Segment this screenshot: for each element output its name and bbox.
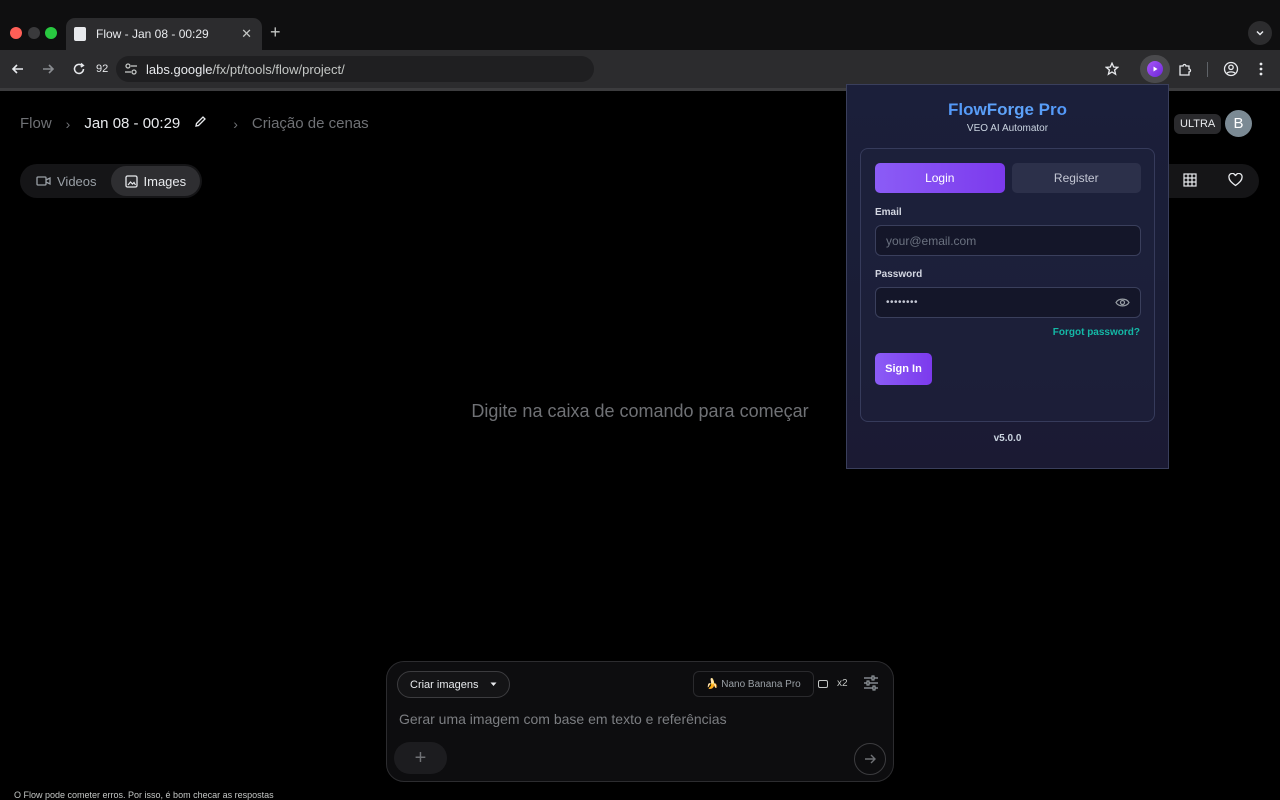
popup-subtitle: VEO AI Automator xyxy=(966,123,1049,134)
maximize-window-button[interactable] xyxy=(45,27,57,39)
account-circle-icon xyxy=(1223,61,1239,77)
bookmark-button[interactable] xyxy=(1101,58,1123,80)
back-button[interactable] xyxy=(7,58,29,80)
site-settings-icon[interactable] xyxy=(124,62,138,76)
url-text: labs.google/fx/pt/tools/flow/project/ xyxy=(146,62,345,77)
caret-down-icon xyxy=(490,682,497,686)
tab-register[interactable]: Register xyxy=(1011,163,1141,193)
flowforge-popup: FlowForge Pro VEO AI Automator Login Reg… xyxy=(846,84,1169,469)
tab-title: Flow - Jan 08 - 00:29 xyxy=(96,27,209,41)
password-field[interactable]: •••••••• xyxy=(875,287,1141,318)
arrow-left-icon xyxy=(11,64,23,74)
tab-login[interactable]: Login xyxy=(875,163,1005,193)
browser-tab[interactable]: Flow - Jan 08 - 00:29 ✕ xyxy=(66,18,262,50)
toolbar-separator xyxy=(1207,62,1208,77)
send-button[interactable] xyxy=(854,743,886,775)
url-path: /fx/pt/tools/flow/project/ xyxy=(212,61,345,77)
avatar[interactable]: B xyxy=(1225,110,1252,137)
plan-badge: ULTRA xyxy=(1174,114,1222,134)
tune-settings-icon[interactable] xyxy=(863,675,879,691)
image-icon xyxy=(124,174,138,188)
new-tab-button[interactable]: + xyxy=(270,22,281,43)
tab-videos[interactable]: Videos xyxy=(22,166,111,196)
tab-search-button[interactable] xyxy=(1248,21,1272,45)
tab-videos-label: Videos xyxy=(57,173,97,189)
star-icon xyxy=(1105,62,1119,76)
add-reference-button[interactable]: + xyxy=(394,742,447,774)
reload-icon xyxy=(73,62,85,75)
address-bar[interactable]: labs.google/fx/pt/tools/flow/project/ xyxy=(116,56,594,82)
chevron-down-icon xyxy=(1256,30,1264,36)
profile-button[interactable] xyxy=(1220,58,1242,80)
video-camera-icon xyxy=(36,176,51,186)
edit-title-button[interactable] xyxy=(194,115,207,132)
view-controls xyxy=(1160,164,1259,198)
browser-toolbar: 92 labs.google/fx/pt/tools/flow/project/ xyxy=(0,50,1280,88)
browser-menu-button[interactable] xyxy=(1250,58,1272,80)
popup-title: FlowForge Pro xyxy=(847,100,1168,120)
auth-card: Login Register Email Password •••••••• F… xyxy=(860,148,1155,422)
page-favicon-icon xyxy=(74,27,86,41)
auth-tabs: Login Register xyxy=(875,163,1141,193)
disclaimer-text: O Flow pode cometer erros. Por isso, é b… xyxy=(14,790,274,800)
chevron-right-icon: › xyxy=(65,115,71,132)
browser-tab-strip: Flow - Jan 08 - 00:29 ✕ + xyxy=(0,0,1280,50)
output-count[interactable]: x2 xyxy=(837,678,848,689)
generation-mode-select[interactable]: Criar imagens xyxy=(397,671,511,698)
generation-mode-label: Criar imagens xyxy=(410,678,479,691)
url-host: labs.google xyxy=(146,61,213,77)
puzzle-icon xyxy=(1179,63,1192,76)
more-vert-icon xyxy=(1259,62,1263,76)
pencil-icon xyxy=(195,116,207,127)
model-selector[interactable]: 🍌 Nano Banana Pro xyxy=(693,671,814,697)
prompt-input[interactable] xyxy=(399,709,859,729)
sign-in-button[interactable]: Sign In xyxy=(875,353,932,385)
project-title[interactable]: Jan 08 - 00:29 xyxy=(84,115,180,132)
media-type-toggle: Videos Images xyxy=(20,164,203,198)
password-value: •••••••• xyxy=(886,297,919,308)
extensions-button[interactable] xyxy=(1174,58,1196,80)
aspect-ratio-icon[interactable] xyxy=(818,680,828,688)
breadcrumb-scene-builder[interactable]: Criação de cenas xyxy=(252,115,369,132)
tab-images[interactable]: Images xyxy=(110,166,201,196)
reload-button[interactable] xyxy=(68,58,90,80)
heart-icon[interactable] xyxy=(1228,173,1243,187)
breadcrumb-flow-link[interactable]: Flow xyxy=(20,115,52,132)
chevron-right-icon: › xyxy=(233,115,238,132)
email-label: Email xyxy=(875,207,902,218)
forward-button[interactable] xyxy=(37,58,59,80)
arrow-right-icon xyxy=(865,754,876,764)
version-label: v5.0.0 xyxy=(993,433,1022,444)
email-field[interactable] xyxy=(886,233,1130,248)
email-field-wrapper xyxy=(875,225,1141,256)
close-window-button[interactable] xyxy=(10,27,22,39)
grid-view-icon[interactable] xyxy=(1183,173,1197,187)
minimize-window-button[interactable] xyxy=(28,27,40,39)
model-label: 🍌 Nano Banana Pro xyxy=(706,678,801,690)
tab-images-label: Images xyxy=(143,173,187,189)
flowforge-logo-icon xyxy=(1147,61,1163,77)
breadcrumb: Flow › Jan 08 - 00:29 › Criação de cenas xyxy=(20,115,369,132)
forgot-password-link[interactable]: Forgot password? xyxy=(1053,327,1140,338)
prompt-composer: Criar imagens 🍌 Nano Banana Pro x2 + xyxy=(386,661,894,782)
password-label: Password xyxy=(875,269,923,280)
eye-icon[interactable] xyxy=(1115,297,1130,308)
arrow-right-icon xyxy=(43,64,55,74)
zoom-level[interactable]: 92 xyxy=(96,63,108,75)
plus-icon: + xyxy=(414,746,427,769)
tab-close-icon[interactable]: ✕ xyxy=(241,26,252,42)
